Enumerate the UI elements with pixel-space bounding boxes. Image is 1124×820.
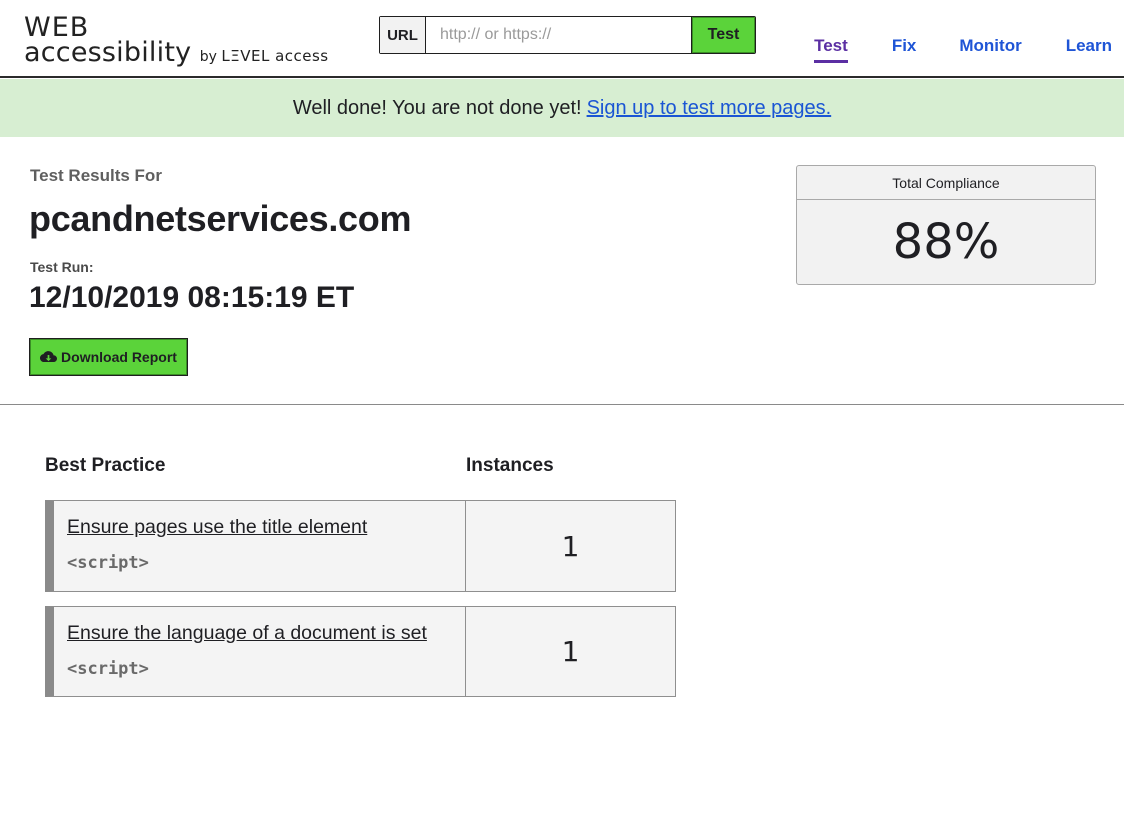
download-report-label: Download Report xyxy=(61,349,177,365)
url-test-form: URL Test xyxy=(379,16,756,54)
test-run-date: 12/10/2019 08:15:19 ET xyxy=(29,281,355,314)
compliance-label: Total Compliance xyxy=(797,166,1095,200)
cloud-download-icon xyxy=(40,350,58,362)
nav-item-test[interactable]: Test xyxy=(814,36,848,63)
nav-item-learn[interactable]: Learn xyxy=(1066,36,1112,56)
test-button[interactable]: Test xyxy=(691,17,755,53)
table-row: Ensure pages use the title element <scri… xyxy=(45,500,676,592)
compliance-score: 88% xyxy=(892,214,1000,270)
best-practice-cell: Ensure the language of a document is set… xyxy=(54,607,466,696)
logo-line-2: accessibility by LΞVEL access xyxy=(24,39,329,66)
table-row: Ensure the language of a document is set… xyxy=(45,606,676,697)
compliance-panel: Total Compliance 88% xyxy=(796,165,1096,285)
signup-banner: Well done! You are not done yet! Sign up… xyxy=(0,79,1124,137)
element-code: <script> xyxy=(67,553,149,573)
logo-by: by xyxy=(199,49,217,65)
results-heading: Test Results For xyxy=(30,166,162,185)
signup-link[interactable]: Sign up to test more pages. xyxy=(587,97,832,120)
url-input[interactable] xyxy=(426,17,691,53)
tested-domain: pcandnetservices.com xyxy=(29,198,412,239)
element-code: <script> xyxy=(67,659,149,679)
banner-message: Well done! You are not done yet! xyxy=(292,96,582,119)
column-header-instances: Instances xyxy=(466,455,554,476)
logo-brand-level-access: LΞVEL access xyxy=(221,47,329,65)
instances-count: 1 xyxy=(561,529,580,563)
section-divider xyxy=(0,404,1124,405)
best-practice-cell: Ensure pages use the title element <scri… xyxy=(54,501,466,591)
site-logo[interactable]: WEB accessibility by LΞVEL access xyxy=(24,14,329,66)
site-header: WEB accessibility by LΞVEL access URL Te… xyxy=(0,0,1124,78)
best-practice-link[interactable]: Ensure pages use the title element xyxy=(67,516,465,539)
nav-item-monitor[interactable]: Monitor xyxy=(959,36,1021,56)
logo-word-accessibility: accessibility xyxy=(24,37,192,68)
instances-count: 1 xyxy=(561,635,580,668)
url-label: URL xyxy=(380,17,426,53)
main-nav: Test Fix Monitor Learn xyxy=(814,36,1112,63)
best-practice-link[interactable]: Ensure the language of a document is set xyxy=(67,622,465,645)
column-header-best-practice: Best Practice xyxy=(45,455,166,476)
nav-item-fix[interactable]: Fix xyxy=(892,36,917,56)
test-run-label: Test Run: xyxy=(30,259,94,275)
download-report-button[interactable]: Download Report xyxy=(29,338,188,376)
